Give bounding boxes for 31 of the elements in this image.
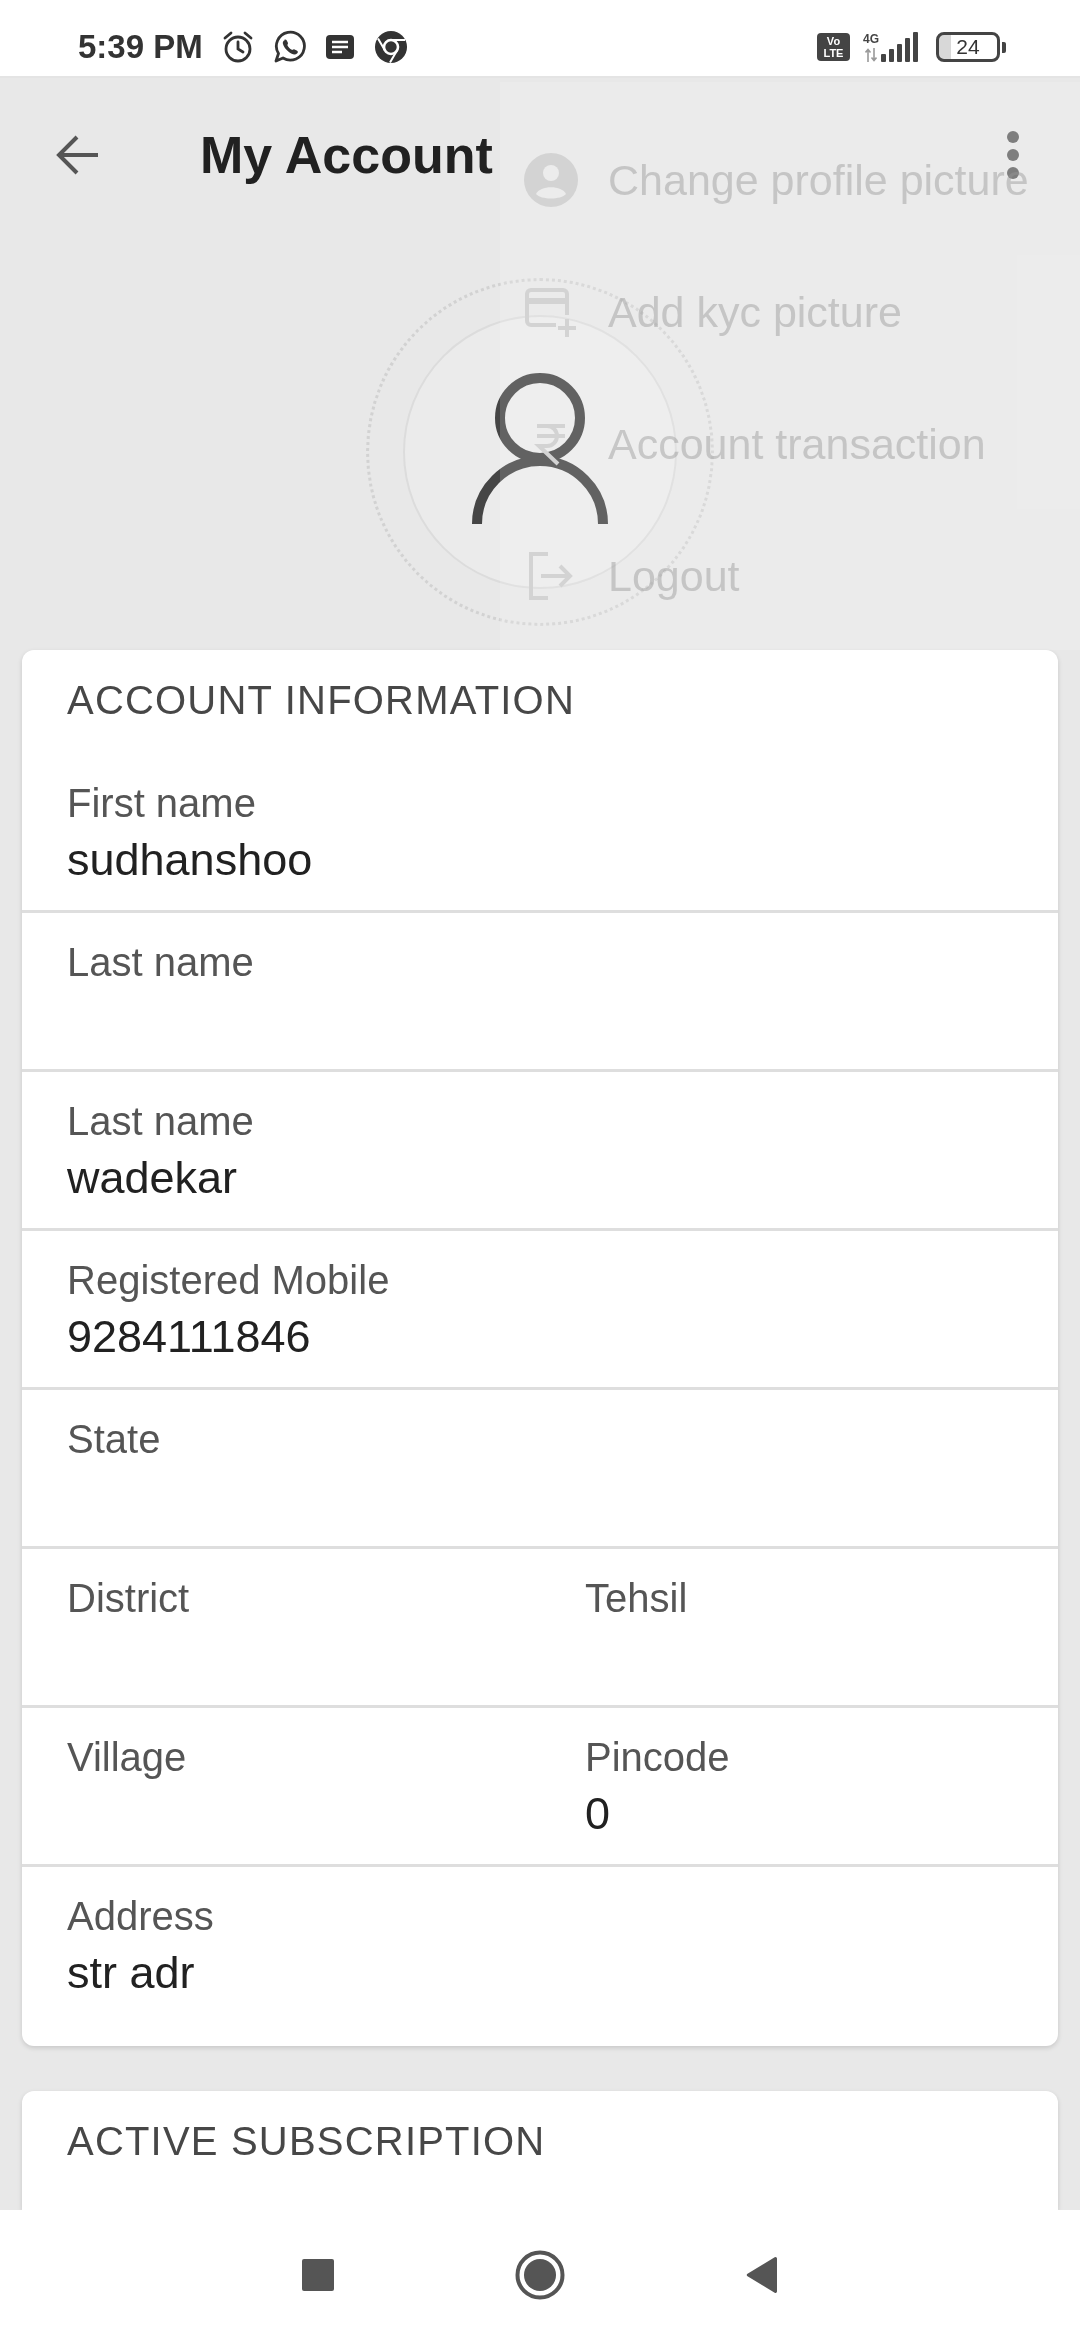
field-value: sudhanshoo bbox=[67, 833, 314, 887]
field-label: Last name bbox=[67, 939, 255, 986]
field-label: Village bbox=[67, 1734, 188, 1781]
section-title: ACCOUNT INFORMATION bbox=[67, 678, 575, 723]
page-title: My Account bbox=[200, 125, 493, 185]
field-value: 9284111846 bbox=[67, 1310, 312, 1364]
volte-badge: Vo LTE bbox=[817, 33, 850, 61]
square-icon bbox=[302, 2259, 334, 2291]
field-label: Pincode bbox=[585, 1734, 731, 1781]
ring-logo-icon bbox=[373, 30, 408, 64]
field-value: str adr bbox=[67, 1946, 196, 2000]
network-type: 4G bbox=[863, 33, 879, 46]
status-time: 5:39 PM bbox=[78, 28, 203, 66]
section-title: ACTIVE SUBSCRIPTION bbox=[67, 2119, 546, 2164]
field-label: State bbox=[67, 1416, 162, 1463]
data-arrows-icon bbox=[865, 48, 877, 62]
field-label: Address bbox=[67, 1893, 215, 1940]
person-icon bbox=[470, 372, 610, 524]
back-arrow-icon bbox=[54, 134, 100, 176]
field-value: wadekar bbox=[67, 1151, 239, 1205]
field-value: 0 bbox=[585, 1787, 612, 1841]
card-plus-icon bbox=[524, 285, 578, 339]
field-label: Last name bbox=[67, 1098, 255, 1145]
account-circle-icon bbox=[524, 153, 578, 207]
battery-indicator: 24 bbox=[936, 32, 1006, 62]
field-label: Registered Mobile bbox=[67, 1257, 391, 1304]
field-label: Tehsil bbox=[585, 1575, 689, 1622]
triangle-icon bbox=[746, 2257, 778, 2293]
field-label: First name bbox=[67, 780, 257, 827]
field-label: District bbox=[67, 1575, 191, 1622]
home-circle-icon bbox=[515, 2250, 565, 2300]
